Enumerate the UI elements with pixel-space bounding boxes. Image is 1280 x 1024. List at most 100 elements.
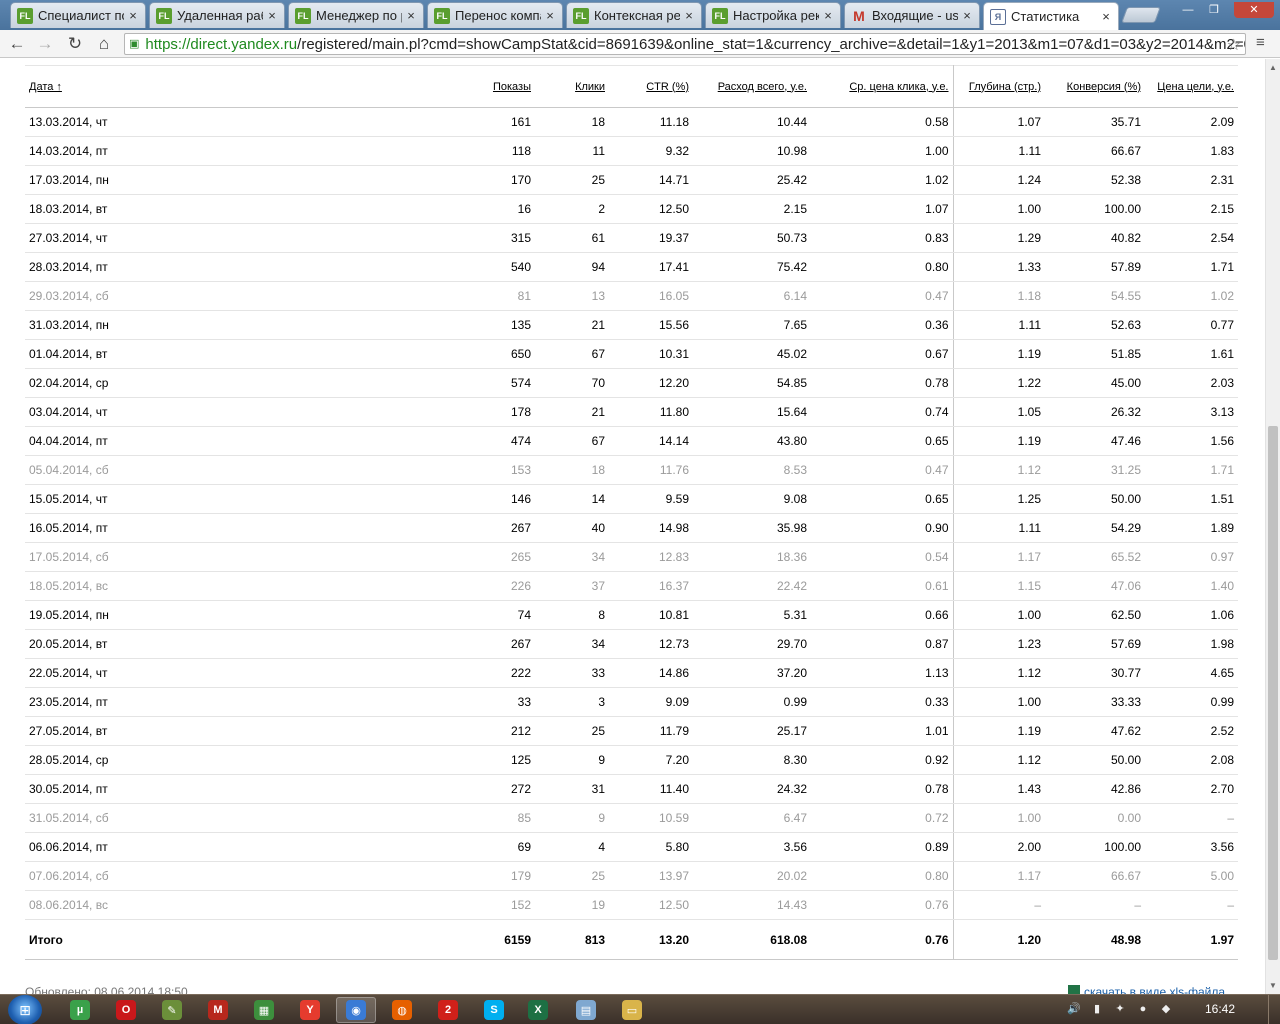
depth-cell: 1.00 — [953, 600, 1045, 630]
cost-cell: 10.44 — [693, 107, 811, 137]
table-row: 18.05.2014, вс 226 37 16.37 22.42 0.61 1.15 47.… — [25, 571, 1238, 601]
taskbar-button[interactable]: ▤ — [566, 997, 606, 1023]
maximize-icon[interactable]: ❐ — [1204, 2, 1224, 18]
close-tab-icon[interactable]: × — [961, 8, 973, 23]
taskbar-button[interactable]: ◍ — [382, 997, 422, 1023]
address-url[interactable]: https://direct.yandex.ru/registered/main… — [145, 36, 1245, 53]
close-tab-icon[interactable]: × — [1100, 9, 1112, 24]
column-header[interactable]: Цена цели, у.е. — [1145, 65, 1238, 108]
browser-tab[interactable]: Я Статистика × — [983, 2, 1119, 30]
taskbar-button[interactable]: M — [198, 997, 238, 1023]
browser-tab[interactable]: FL Настройка рекл × — [705, 2, 841, 28]
browser-tab[interactable]: FL Контексная рек × — [566, 2, 702, 28]
forward-icon[interactable]: → — [34, 34, 56, 54]
date-cell: 31.05.2014, сб — [25, 803, 465, 833]
taskbar-button[interactable]: ◉ — [336, 997, 376, 1023]
column-header[interactable]: Ср. цена клика, у.е. — [811, 65, 954, 108]
excel-file-icon — [1068, 985, 1080, 994]
browser-tab[interactable]: FL Удаленная раб × — [149, 2, 285, 28]
cpc-cell: 0.36 — [811, 310, 954, 340]
date-cell: 07.06.2014, сб — [25, 861, 465, 891]
date-cell: 08.06.2014, вс — [25, 890, 465, 920]
clicks-cell: 37 — [535, 571, 609, 601]
start-button[interactable]: ⊞ — [8, 995, 42, 1024]
column-header[interactable]: Конверсия (%) — [1045, 65, 1145, 108]
download-xls-label: скачать в виде xls-файла — [1084, 985, 1226, 994]
taskbar-button[interactable]: S — [474, 997, 514, 1023]
browser-tab[interactable]: FL Специалист по × — [10, 2, 146, 28]
column-header[interactable]: Расход всего, у.е. — [693, 65, 811, 108]
column-header[interactable]: CTR (%) — [609, 65, 693, 108]
bookmark-star-icon[interactable]: ☆ — [1227, 35, 1241, 54]
browser-tab[interactable]: FL Менеджер по р × — [288, 2, 424, 28]
column-header[interactable]: Дата ↑ — [25, 65, 465, 108]
ctr-cell: 19.37 — [609, 223, 693, 253]
close-window-icon[interactable]: ✕ — [1234, 2, 1274, 18]
minimize-icon[interactable]: — — [1178, 2, 1198, 18]
vertical-scrollbar[interactable]: ▲ ▼ — [1265, 59, 1280, 994]
taskbar-button[interactable]: Y — [290, 997, 330, 1023]
gmail-icon: M — [853, 7, 865, 24]
network-status-icon[interactable]: ✦ — [1112, 1001, 1128, 1017]
close-tab-icon[interactable]: × — [127, 8, 139, 23]
column-header[interactable]: Показы — [465, 65, 535, 108]
cost-cell: 9.08 — [693, 484, 811, 514]
close-tab-icon[interactable]: × — [822, 8, 834, 23]
goal-price-cell: 1.71 — [1145, 252, 1238, 282]
cost-cell: 0.99 — [693, 687, 811, 717]
taskbar-button[interactable]: O — [106, 997, 146, 1023]
close-tab-icon[interactable]: × — [266, 8, 278, 23]
shows-cell: 33 — [465, 687, 535, 717]
table-row: 15.05.2014, чт 146 14 9.59 9.08 0.65 1.25 50.00… — [25, 484, 1238, 514]
scroll-up-icon[interactable]: ▲ — [1269, 63, 1277, 72]
menu-icon[interactable]: ≡ — [1256, 35, 1272, 51]
table-row: 17.03.2014, пн 170 25 14.71 25.42 1.02 1.24 52.… — [25, 165, 1238, 195]
taskbar-button[interactable]: ▦ — [244, 997, 284, 1023]
browser-tab[interactable]: FL Перенос компа × — [427, 2, 563, 28]
conversion-cell: 45.00 — [1045, 368, 1145, 398]
ctr-cell: 12.20 — [609, 368, 693, 398]
column-header[interactable]: Клики — [535, 65, 609, 108]
reload-icon[interactable]: ↻ — [64, 34, 86, 54]
close-tab-icon[interactable]: × — [544, 8, 556, 23]
total-goal-price: 1.97 — [1145, 919, 1238, 960]
shows-cell: 125 — [465, 745, 535, 775]
clock[interactable]: 16:42 — [1205, 1002, 1235, 1016]
volume-icon[interactable]: 🔊 — [1066, 1001, 1082, 1017]
close-tab-icon[interactable]: × — [405, 8, 417, 23]
new-tab-button[interactable] — [1121, 7, 1161, 23]
taskbar-button[interactable]: ▭ — [612, 997, 652, 1023]
address-bar[interactable]: ▣ https://direct.yandex.ru/registered/ma… — [124, 33, 1246, 55]
taskbar-button[interactable]: µ — [60, 997, 100, 1023]
ctr-cell: 12.50 — [609, 194, 693, 224]
date-cell: 29.03.2014, сб — [25, 281, 465, 311]
date-cell: 16.05.2014, пт — [25, 513, 465, 543]
total-clicks: 813 — [535, 919, 609, 960]
back-icon[interactable]: ← — [6, 34, 28, 54]
cpc-cell: 0.80 — [811, 252, 954, 282]
close-tab-icon[interactable]: × — [683, 8, 695, 23]
download-xls-link[interactable]: скачать в виде xls-файла — [1068, 985, 1225, 994]
column-header[interactable]: Глубина (стр.) — [953, 65, 1045, 108]
ctr-cell: 13.97 — [609, 861, 693, 891]
taskbar-button[interactable]: X — [518, 997, 558, 1023]
tab-strip: — ❐ ✕ FL Специалист по × FL Удаленная раб × FL… — [0, 0, 1280, 30]
taskbar-button[interactable]: ✎ — [152, 997, 192, 1023]
tray-app-icon[interactable]: ◆ — [1158, 1001, 1174, 1017]
scroll-down-icon[interactable]: ▼ — [1269, 981, 1277, 990]
shows-cell: 85 — [465, 803, 535, 833]
date-cell: 01.04.2014, вт — [25, 339, 465, 369]
home-icon[interactable]: ⌂ — [93, 34, 115, 54]
scrollbar-thumb[interactable] — [1268, 426, 1278, 960]
show-desktop-button[interactable] — [1268, 995, 1280, 1024]
network-icon[interactable]: ▮ — [1089, 1001, 1105, 1017]
shows-cell: 179 — [465, 861, 535, 891]
table-row: 31.05.2014, сб 85 9 10.59 6.47 0.72 1.00 0.00– — [25, 803, 1238, 833]
chrome-tray-icon[interactable]: ● — [1135, 1001, 1151, 1017]
cost-cell: 5.31 — [693, 600, 811, 630]
cpc-cell: 0.78 — [811, 368, 954, 398]
browser-tab[interactable]: M Входящие - ust × — [844, 2, 980, 28]
cpc-cell: 1.13 — [811, 658, 954, 688]
taskbar-button[interactable]: 2 — [428, 997, 468, 1023]
table-row: 30.05.2014, пт 272 31 11.40 24.32 0.78 1.43 42.… — [25, 774, 1238, 804]
